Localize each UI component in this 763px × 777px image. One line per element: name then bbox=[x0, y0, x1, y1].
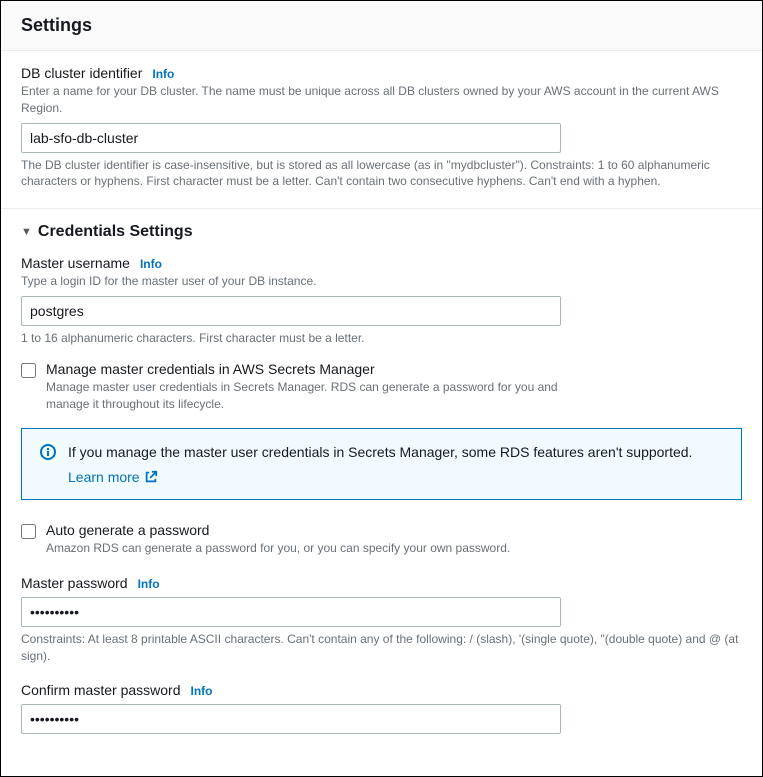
confirm-password-info-link[interactable]: Info bbox=[191, 684, 213, 698]
credentials-section-toggle[interactable]: ▼ Credentials Settings bbox=[21, 223, 742, 241]
auto-generate-checkbox-row: Auto generate a password Amazon RDS can … bbox=[21, 522, 742, 557]
master-password-input[interactable] bbox=[21, 597, 561, 627]
db-cluster-id-label: DB cluster identifier bbox=[21, 65, 142, 81]
settings-panel: Settings DB cluster identifier Info Ente… bbox=[0, 0, 763, 777]
credentials-section-body: Master username Info Type a login ID for… bbox=[21, 255, 742, 734]
master-password-info-link[interactable]: Info bbox=[138, 577, 160, 591]
auto-generate-desc: Amazon RDS can generate a password for y… bbox=[46, 540, 510, 557]
external-link-icon bbox=[144, 470, 158, 484]
db-cluster-id-info-link[interactable]: Info bbox=[152, 67, 174, 81]
info-box-text: If you manage the master user credential… bbox=[68, 443, 692, 463]
secrets-manager-desc: Manage master user credentials in Secret… bbox=[46, 379, 596, 413]
db-cluster-id-help: The DB cluster identifier is case-insens… bbox=[21, 157, 742, 191]
learn-more-label: Learn more bbox=[68, 469, 140, 485]
secrets-manager-label: Manage master credentials in AWS Secrets… bbox=[46, 361, 596, 377]
master-username-label: Master username bbox=[21, 255, 130, 271]
panel-header: Settings bbox=[1, 1, 762, 51]
master-password-field: Master password Info Constraints: At lea… bbox=[21, 575, 742, 665]
divider bbox=[1, 208, 762, 209]
auto-generate-checkbox[interactable] bbox=[21, 524, 36, 539]
caret-down-icon: ▼ bbox=[21, 226, 32, 238]
master-username-field: Master username Info Type a login ID for… bbox=[21, 255, 742, 347]
auto-generate-label: Auto generate a password bbox=[46, 522, 510, 538]
master-password-help: Constraints: At least 8 printable ASCII … bbox=[21, 631, 742, 665]
panel-title: Settings bbox=[21, 15, 742, 36]
master-username-info-link[interactable]: Info bbox=[140, 257, 162, 271]
learn-more-link[interactable]: Learn more bbox=[68, 469, 158, 485]
secrets-manager-checkbox-row: Manage master credentials in AWS Secrets… bbox=[21, 361, 742, 413]
master-username-input[interactable] bbox=[21, 296, 561, 326]
secrets-manager-info-box: If you manage the master user credential… bbox=[21, 428, 742, 500]
confirm-password-field: Confirm master password Info bbox=[21, 682, 742, 734]
master-password-label: Master password bbox=[21, 575, 128, 591]
panel-body: DB cluster identifier Info Enter a name … bbox=[1, 51, 762, 754]
info-icon bbox=[40, 444, 56, 463]
db-cluster-id-input[interactable] bbox=[21, 123, 561, 153]
confirm-password-input[interactable] bbox=[21, 704, 561, 734]
secrets-manager-checkbox[interactable] bbox=[21, 363, 36, 378]
master-username-help: 1 to 16 alphanumeric characters. First c… bbox=[21, 330, 742, 347]
db-cluster-id-desc: Enter a name for your DB cluster. The na… bbox=[21, 83, 742, 117]
master-username-desc: Type a login ID for the master user of y… bbox=[21, 273, 742, 290]
credentials-heading: Credentials Settings bbox=[38, 223, 193, 241]
db-cluster-id-field: DB cluster identifier Info Enter a name … bbox=[21, 65, 742, 190]
confirm-password-label: Confirm master password bbox=[21, 682, 181, 698]
